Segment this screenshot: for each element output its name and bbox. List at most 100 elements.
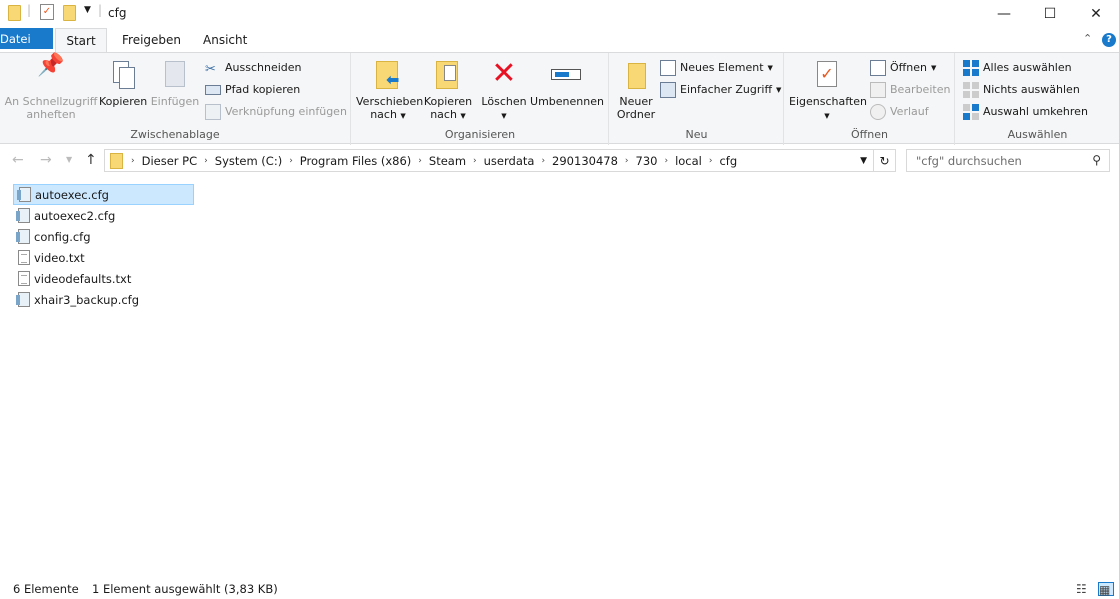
select-all-icon <box>963 60 979 76</box>
address-bar[interactable]: › Dieser PC › System (C:) › Program Files (x… <box>104 149 874 172</box>
invert-selection-button[interactable]: Auswahl umkehren <box>963 102 1088 122</box>
refresh-icon[interactable]: ↻ <box>874 149 896 172</box>
breadcrumb-separator[interactable]: › <box>471 156 479 166</box>
maximize-button[interactable]: ☐ <box>1027 0 1073 27</box>
move-to-button[interactable]: ⬅ Verschieben nach ▼ <box>356 59 423 123</box>
breadcrumb-separator[interactable]: › <box>539 156 547 166</box>
paste-shortcut-label: Verknüpfung einfügen <box>225 105 347 118</box>
rename-icon <box>551 59 583 91</box>
select-all-button[interactable]: Alles auswählen <box>963 58 1072 78</box>
edit-icon <box>870 82 886 98</box>
copy-to-button[interactable]: Kopieren nach ▼ <box>422 59 474 123</box>
select-none-label: Nichts auswählen <box>983 83 1080 96</box>
copy-icon <box>107 59 139 91</box>
breadcrumb-item[interactable]: 290130478 <box>547 154 623 168</box>
copy-path-button[interactable]: Pfad kopieren <box>205 80 300 100</box>
open-button[interactable]: Öffnen ▼ <box>870 58 936 78</box>
breadcrumb-item[interactable]: Steam <box>424 154 471 168</box>
large-icons-view-icon[interactable]: ▦ <box>1098 582 1114 597</box>
breadcrumb-separator[interactable]: › <box>416 156 424 166</box>
delete-label: Löschen <box>481 95 527 108</box>
file-item[interactable]: config.cfg <box>13 226 194 247</box>
breadcrumb-separator[interactable]: › <box>202 156 210 166</box>
invert-selection-label: Auswahl umkehren <box>983 105 1088 118</box>
open-icon <box>870 60 886 76</box>
open-label: Öffnen <box>890 61 927 74</box>
help-icon[interactable]: ? <box>1102 33 1116 47</box>
breadcrumb-separator[interactable]: › <box>662 156 670 166</box>
breadcrumb-item[interactable]: userdata <box>479 154 540 168</box>
pin-quick-access-button[interactable]: 📌 An Schnellzugriff anheften <box>4 55 98 122</box>
selection-info: 1 Element ausgewählt (3,83 KB) <box>92 582 278 596</box>
breadcrumb-separator[interactable]: › <box>287 156 295 166</box>
breadcrumb-item[interactable]: local <box>670 154 707 168</box>
quick-access-dropdown-icon[interactable]: ▼ <box>84 5 91 15</box>
path-icon <box>205 85 221 95</box>
tab-share[interactable]: Freigeben <box>110 28 193 52</box>
paste-shortcut-button[interactable]: Verknüpfung einfügen <box>205 102 347 122</box>
ribbon-tabs: Datei Start Freigeben Ansicht ⌃ ? <box>0 28 1119 53</box>
group-label-select: Auswählen <box>1007 128 1068 141</box>
paste-button[interactable]: Einfügen <box>150 59 200 108</box>
file-item[interactable]: xhair3_backup.cfg <box>13 289 194 310</box>
easy-access-button[interactable]: Einfacher Zugriff ▼ <box>660 80 781 100</box>
details-view-icon[interactable]: ☷ <box>1076 582 1092 596</box>
search-input[interactable]: "cfg" durchsuchen ⚲ <box>906 149 1110 172</box>
group-organize: ⬅ Verschieben nach ▼ Kopieren nach ▼ ✕ L… <box>352 53 609 145</box>
file-item[interactable]: video.txt <box>13 247 194 268</box>
breadcrumb-separator[interactable]: › <box>623 156 631 166</box>
file-item[interactable]: autoexec2.cfg <box>13 205 194 226</box>
edit-button[interactable]: Bearbeiten <box>870 80 950 100</box>
tab-file[interactable]: Datei <box>0 28 53 49</box>
config-file-icon <box>16 229 30 244</box>
move-to-icon: ⬅ <box>372 59 404 91</box>
file-item[interactable]: autoexec.cfg <box>13 184 194 205</box>
tab-view[interactable]: Ansicht <box>191 28 259 52</box>
config-file-icon <box>17 187 31 202</box>
rename-button[interactable]: Umbenennen <box>530 59 604 108</box>
title-bar: | ✓ ▼ | cfg — ☐ ✕ <box>0 0 1119 27</box>
group-label-new: Neu <box>685 128 708 141</box>
breadcrumb-item[interactable]: System (C:) <box>210 154 287 168</box>
properties-quick-icon[interactable]: ✓ <box>40 4 54 20</box>
separator: | <box>98 3 103 17</box>
address-dropdown-icon[interactable]: ▼ <box>860 156 867 166</box>
new-folder-button[interactable]: Neuer Ordner <box>614 59 658 121</box>
rename-label: Umbenennen <box>530 95 604 108</box>
invert-selection-icon <box>963 104 979 120</box>
copy-button[interactable]: Kopieren <box>99 59 147 108</box>
ribbon: 📌 An Schnellzugriff anheften Kopieren Ei… <box>0 52 1119 145</box>
properties-button[interactable]: ✓ Eigenschaften ▼ <box>789 59 867 123</box>
minimize-button[interactable]: — <box>981 0 1027 27</box>
file-name: videodefaults.txt <box>34 271 132 286</box>
breadcrumb-item[interactable]: Dieser PC <box>137 154 203 168</box>
select-all-label: Alles auswählen <box>983 61 1072 74</box>
text-file-icon <box>18 271 30 286</box>
new-folder-quick-icon[interactable] <box>63 5 76 21</box>
breadcrumb-item[interactable]: Program Files (x86) <box>295 154 416 168</box>
breadcrumb-item[interactable]: cfg <box>714 154 742 168</box>
history-button[interactable]: Verlauf <box>870 102 929 122</box>
breadcrumb-separator[interactable]: › <box>129 156 137 166</box>
recent-dropdown-icon[interactable]: ▼ <box>66 155 72 164</box>
back-arrow-icon[interactable]: ← <box>12 152 24 168</box>
new-item-button[interactable]: Neues Element ▼ <box>660 58 773 78</box>
collapse-ribbon-icon[interactable]: ⌃ <box>1083 32 1092 45</box>
file-item[interactable]: videodefaults.txt <box>13 268 194 289</box>
cut-button[interactable]: ✂ Ausschneiden <box>205 58 302 78</box>
easy-access-label: Einfacher Zugriff <box>680 83 773 96</box>
forward-arrow-icon[interactable]: → <box>40 152 52 168</box>
new-folder-icon <box>620 59 652 91</box>
delete-button[interactable]: ✕ Löschen ▼ <box>480 59 528 123</box>
new-folder-label: Neuer Ordner <box>616 95 656 121</box>
tab-start[interactable]: Start <box>55 28 107 53</box>
breadcrumb-separator[interactable]: › <box>707 156 715 166</box>
file-name: autoexec2.cfg <box>34 208 116 223</box>
breadcrumb: Dieser PC › System (C:) › Program Files (x86… <box>137 154 743 168</box>
breadcrumb-item[interactable]: 730 <box>631 154 663 168</box>
up-arrow-icon[interactable]: ↑ <box>85 152 97 168</box>
close-button[interactable]: ✕ <box>1073 0 1119 27</box>
edit-label: Bearbeiten <box>890 83 951 96</box>
folder-icon <box>110 152 123 169</box>
select-none-button[interactable]: Nichts auswählen <box>963 80 1080 100</box>
